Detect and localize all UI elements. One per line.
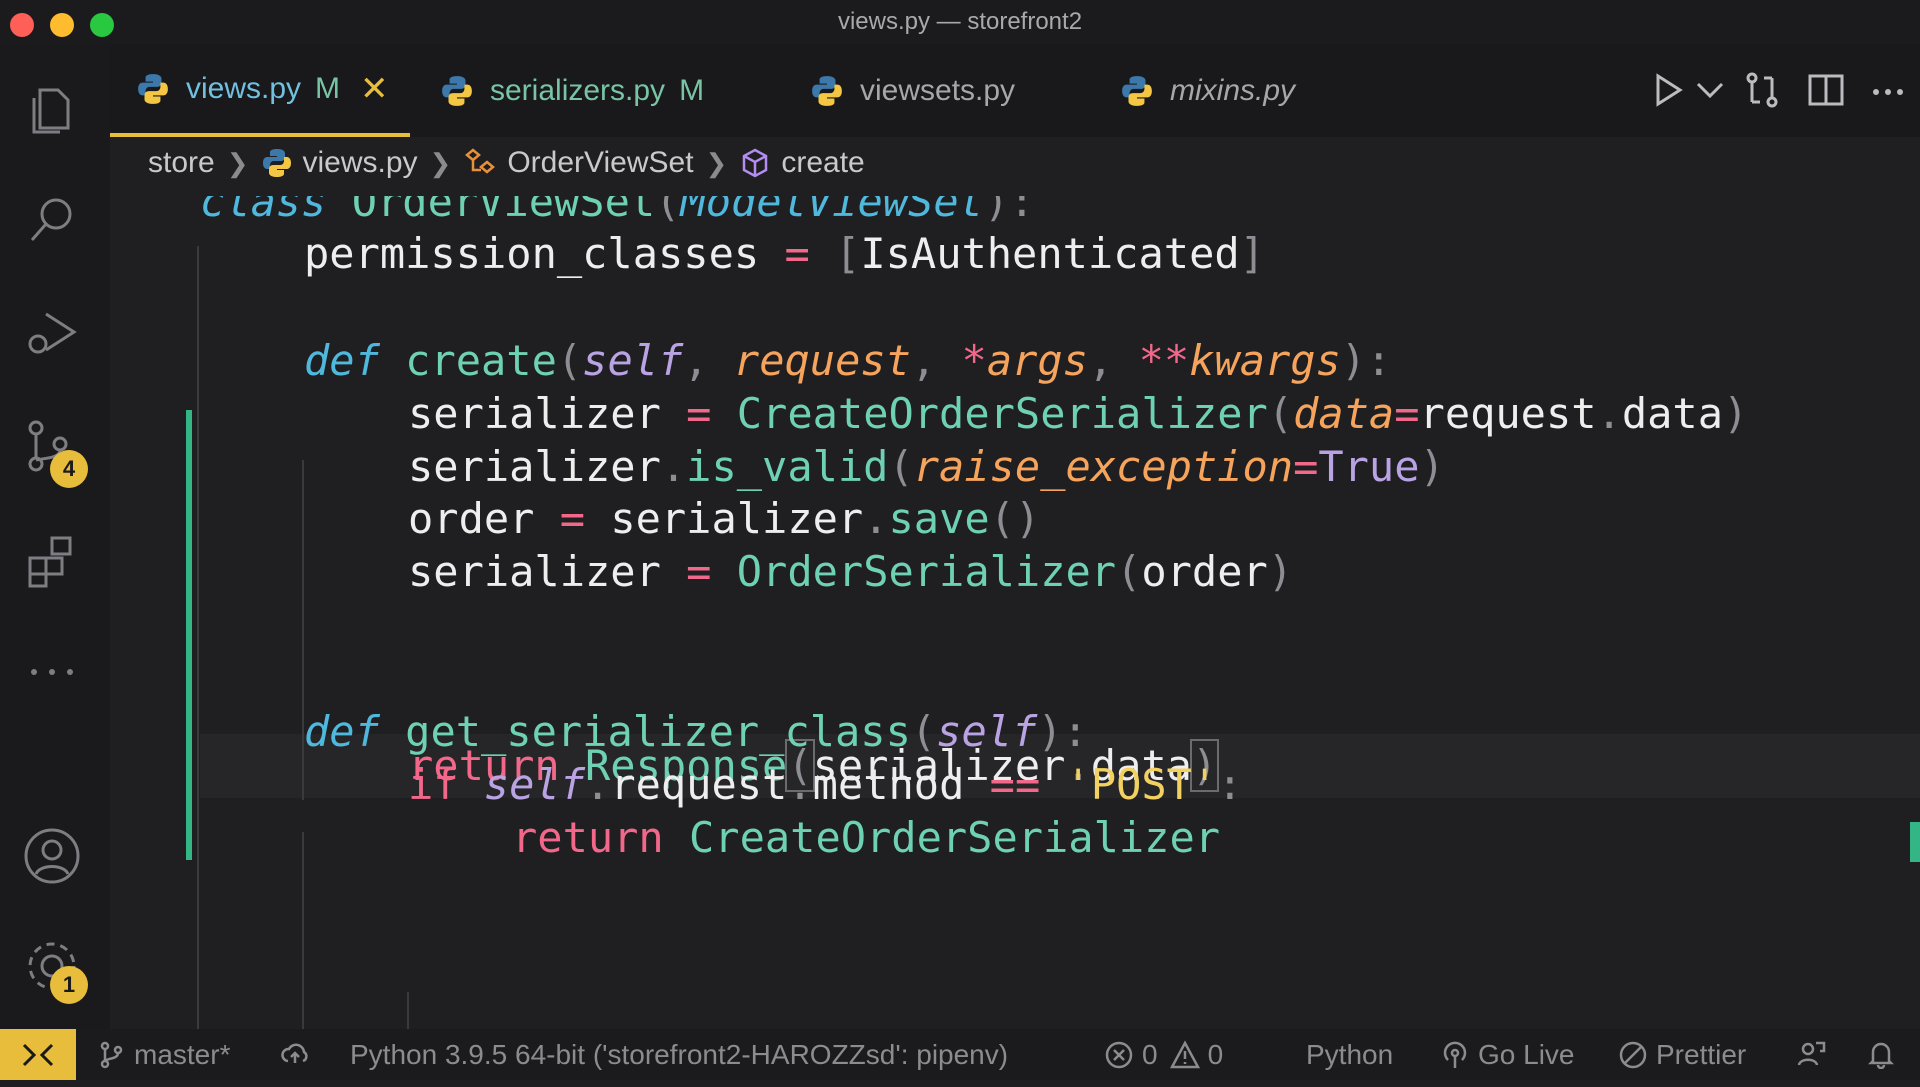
indent-guide: [407, 992, 409, 1029]
modified-marker: M: [679, 73, 705, 107]
indent-guide: [197, 246, 199, 1029]
git-branch-icon: [100, 1041, 123, 1069]
chevron-right-icon: ❯: [226, 147, 249, 178]
close-tab-icon[interactable]: ✕: [360, 69, 389, 109]
class-symbol-icon: [463, 147, 497, 179]
method-symbol-icon: [739, 147, 771, 179]
breadcrumb-file[interactable]: views.py: [303, 146, 418, 180]
breadcrumb: store ❯ views.py ❯ OrderViewSet ❯ create: [148, 140, 865, 186]
feedback-icon[interactable]: [1796, 1039, 1834, 1069]
prettier-status[interactable]: Prettier: [1618, 1039, 1746, 1071]
prettier-disabled-icon: [1619, 1041, 1647, 1069]
more-icon[interactable]: [20, 640, 84, 704]
remote-icon: [22, 1043, 54, 1067]
more-actions-icon[interactable]: [1868, 70, 1908, 110]
go-live-label: Go Live: [1478, 1039, 1575, 1070]
cloud-upload-icon: [281, 1043, 308, 1063]
modified-marker: M: [315, 71, 341, 105]
breadcrumb-class[interactable]: OrderViewSet: [507, 146, 693, 180]
breadcrumb-folder[interactable]: store: [148, 146, 215, 180]
account-icon[interactable]: [20, 824, 84, 888]
python-file-icon: [442, 75, 472, 106]
tab-label: serializers.py: [490, 73, 666, 107]
search-icon[interactable]: [20, 188, 84, 252]
tab-mixins-py[interactable]: mixins.py: [1120, 44, 1295, 137]
explorer-icon[interactable]: [20, 80, 84, 144]
python-file-icon: [261, 147, 293, 179]
branch-status[interactable]: master*: [96, 1039, 230, 1071]
remote-indicator[interactable]: [0, 1029, 76, 1080]
broadcast-icon: [1443, 1041, 1467, 1068]
source-control-badge: 4: [50, 450, 88, 488]
code-line: return CreateOrderSerializer: [512, 813, 1221, 862]
tab-views-py[interactable]: views.py M ✕: [110, 44, 410, 137]
sync-status[interactable]: [280, 1039, 318, 1069]
scrollbar-change-marker: [1910, 822, 1920, 862]
python-file-icon: [1122, 75, 1152, 106]
code-line: permission_classes = [IsAuthenticated]: [304, 229, 1265, 278]
error-icon: [1105, 1041, 1133, 1069]
notifications-bell-icon[interactable]: [1866, 1039, 1904, 1069]
problems-status[interactable]: 0 0: [1104, 1039, 1223, 1071]
tab-label: views.py: [186, 71, 302, 105]
tab-label: viewsets.py: [860, 73, 1016, 107]
git-added-gutter-bar: [186, 410, 192, 860]
branch-name: master*: [134, 1039, 231, 1070]
prettier-label: Prettier: [1656, 1039, 1747, 1070]
chevron-right-icon: ❯: [705, 147, 728, 178]
settings-badge: 1: [50, 966, 88, 1004]
activity-bar: 4 1: [0, 44, 110, 1029]
run-options-chevron-icon[interactable]: [1690, 70, 1724, 110]
warning-count: 0: [1207, 1039, 1224, 1070]
title-bar: views.py — storefront2: [0, 0, 1920, 44]
language-mode[interactable]: Python: [1306, 1039, 1393, 1071]
warning-icon: [1169, 1040, 1200, 1069]
python-file-icon: [138, 73, 168, 104]
error-count: 0: [1142, 1039, 1158, 1070]
python-interpreter[interactable]: Python 3.9.5 64-bit ('storefront2-HAROZZ…: [350, 1039, 1008, 1071]
breadcrumb-method[interactable]: create: [781, 146, 864, 180]
run-python-file-icon[interactable]: [1648, 70, 1688, 110]
go-live-button[interactable]: Go Live: [1440, 1039, 1575, 1071]
code-editor[interactable]: class OrderViewSet(ModelViewSet): permis…: [110, 196, 1920, 1029]
tab-label: mixins.py: [1170, 73, 1296, 107]
chevron-right-icon: ❯: [429, 147, 452, 178]
status-bar: master* Python 3.9.5 64-bit ('storefront…: [0, 1029, 1920, 1080]
split-editor-icon[interactable]: [1806, 70, 1846, 110]
code-line: serializer = OrderSerializer(order): [408, 547, 1294, 596]
python-file-icon: [812, 75, 842, 106]
open-changes-icon[interactable]: [1742, 70, 1782, 110]
tab-viewsets-py[interactable]: viewsets.py: [810, 44, 1015, 137]
window-title: views.py — storefront2: [837, 8, 1083, 35]
tab-serializers-py[interactable]: serializers.py M: [440, 44, 704, 137]
run-debug-icon[interactable]: [20, 300, 84, 364]
extensions-icon[interactable]: [20, 528, 84, 592]
indent-guide: [302, 832, 304, 1029]
